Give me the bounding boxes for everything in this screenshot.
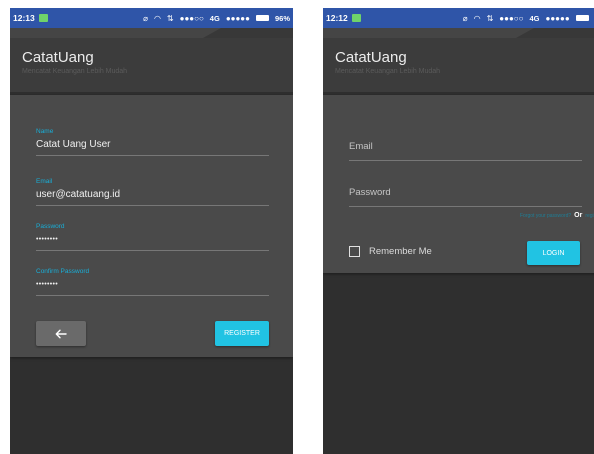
signal-dots-icon: ●●●○○ (499, 13, 524, 23)
app-bar: CatatUang Mencatat Keuangan Lebih Mudah (323, 28, 594, 92)
app-bar: CatatUang Mencatat Keuangan Lebih Mudah (10, 28, 293, 92)
notification-app-icon (351, 14, 361, 22)
confirm-password-label: Confirm Password (36, 268, 90, 275)
register-card: Name Catat Uang User Email user@catatuan… (10, 95, 293, 357)
battery-icon (575, 15, 589, 21)
email-placeholder: Email (349, 141, 373, 152)
field-underline (36, 155, 269, 156)
app-subtitle: Mencatat Keuangan Lebih Mudah (22, 68, 128, 75)
register-button[interactable]: REGISTER (215, 321, 269, 346)
remember-me-checkbox[interactable] (349, 246, 360, 257)
login-screen: 12:12 ⌀ ◠ ⇅ ●●●○○ 4G ●●●●● 97 CatatUang … (323, 8, 594, 454)
password-placeholder: Password (349, 187, 391, 198)
app-bar-strip (10, 28, 293, 38)
email-field[interactable]: Email user@catatuang.id (36, 178, 269, 214)
field-underline (36, 205, 269, 206)
arrow-left-icon (55, 329, 67, 338)
wifi-icon: ◠ (153, 13, 161, 23)
or-text: Or (574, 212, 583, 219)
status-icons: ⌀ ◠ ⇅ ●●●○○ 4G ●●●●● 97 (463, 14, 594, 23)
status-icons: ⌀ ◠ ⇅ ●●●○○ 4G ●●●●● 96% (143, 14, 290, 23)
register-link[interactable]: register (585, 213, 594, 219)
app-title: CatatUang (335, 49, 407, 66)
data-transfer-icon: ⇅ (166, 13, 174, 23)
name-value: Catat Uang User (36, 139, 111, 150)
no-alarm-icon: ⌀ (462, 13, 468, 23)
password-field[interactable]: Password •••••••• (36, 223, 269, 259)
email-input[interactable]: Email (349, 133, 582, 169)
remember-me-row[interactable]: Remember Me (349, 246, 432, 257)
email-value: user@catatuang.id (36, 189, 121, 200)
data-transfer-icon: ⇅ (486, 13, 494, 23)
name-label: Name (36, 128, 54, 135)
login-button[interactable]: LOGIN (527, 241, 580, 265)
confirm-password-value: •••••••• (36, 281, 59, 288)
forgot-password-link[interactable]: Forgot your password? (520, 213, 571, 219)
battery-icon (255, 15, 269, 21)
status-time: 12:12 (326, 13, 348, 23)
app-bar-strip (323, 28, 594, 38)
register-screen: 12:13 ⌀ ◠ ⇅ ●●●○○ 4G ●●●●● 96% CatatUang… (10, 8, 293, 454)
remember-me-label: Remember Me (369, 246, 432, 257)
network-type: 4G (529, 13, 540, 23)
name-field[interactable]: Name Catat Uang User (36, 128, 269, 164)
status-bar: 12:13 ⌀ ◠ ⇅ ●●●○○ 4G ●●●●● 96% (10, 8, 293, 28)
signal-dots-icon: ●●●●● (225, 13, 250, 23)
field-underline (349, 160, 582, 161)
network-type: 4G (209, 13, 220, 23)
field-underline (349, 206, 582, 207)
field-underline (36, 250, 269, 251)
back-button[interactable] (36, 321, 86, 346)
password-input[interactable]: Password (349, 179, 582, 215)
confirm-password-field[interactable]: Confirm Password •••••••• (36, 268, 269, 304)
login-card: Email Password Forgot your password? Or … (323, 95, 594, 273)
signal-dots-icon: ●●●○○ (179, 13, 204, 23)
notification-app-icon (38, 14, 48, 22)
forgot-register-row: Forgot your password? Or register (520, 212, 594, 219)
password-label: Password (36, 223, 65, 230)
password-value: •••••••• (36, 236, 59, 243)
no-alarm-icon: ⌀ (143, 13, 148, 23)
battery-level: 96% (274, 13, 290, 23)
email-label: Email (36, 178, 53, 185)
app-subtitle: Mencatat Keuangan Lebih Mudah (335, 68, 441, 75)
app-title: CatatUang (22, 49, 94, 66)
field-underline (36, 295, 269, 296)
status-bar: 12:12 ⌀ ◠ ⇅ ●●●○○ 4G ●●●●● 97 (323, 8, 594, 28)
wifi-icon: ◠ (473, 13, 481, 23)
signal-dots-icon: ●●●●● (545, 13, 570, 23)
status-time: 12:13 (13, 13, 35, 23)
